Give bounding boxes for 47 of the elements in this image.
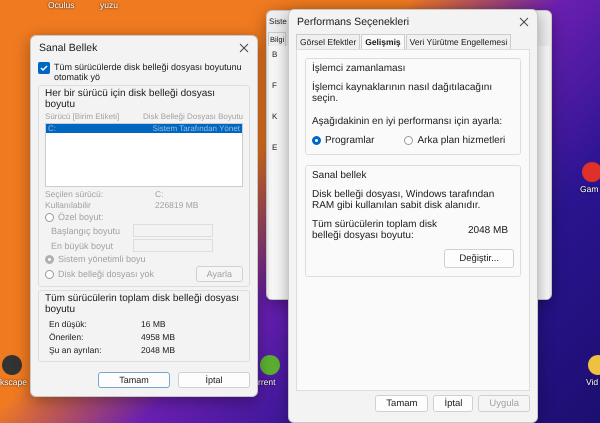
label-text: E: [272, 143, 278, 152]
info-value: 2048 MB: [141, 345, 176, 355]
radio-label: Arka plan hizmetleri: [417, 135, 506, 146]
desktop-icon-label[interactable]: Vid: [586, 377, 598, 387]
radio-label: Programlar: [325, 135, 374, 146]
group-title: Sanal bellek: [312, 170, 368, 181]
radio-label: Disk belleği dosyası yok: [58, 269, 154, 279]
window-title: Sanal Bellek: [39, 42, 98, 54]
group-title: İşlemci zamanlaması: [312, 63, 406, 74]
group-title: Tüm sürücülerin toplam disk belleği dosyası boyutu: [45, 293, 240, 315]
tab[interactable]: Görsel Efektler: [296, 34, 360, 49]
dialog-button[interactable]: Tamam: [98, 372, 170, 388]
info-label: Seçilen sürücü:: [45, 189, 104, 199]
checkbox-label: Tüm sürücülerde disk belleği dosyası boyutunu otomatik yö: [54, 62, 243, 82]
prompt-text: Aşağıdakinin en iyi performansı için ayarla:: [312, 116, 504, 127]
info-value: C:: [155, 189, 164, 199]
dialog-button[interactable]: Tamam: [375, 395, 428, 412]
info-label: Önerilen:: [49, 332, 84, 342]
description-text: İşlemci kaynaklarının nasıl dağıtılacağını seçin.: [312, 82, 494, 104]
desktop-icon-label[interactable]: Gam: [580, 184, 598, 194]
info-value: 2048 MB: [468, 224, 508, 236]
label-text: K: [272, 112, 278, 121]
radio-label: Sistem yönetimli boyu: [58, 254, 146, 264]
info-label: Tüm sürücülerin toplam disk belleği dosyası boyutu:: [312, 219, 438, 241]
column-header: Disk Belleği Dosyası Boyutu: [142, 112, 243, 121]
window-title: Performans Seçenekleri: [297, 16, 410, 28]
info-label: En düşük:: [49, 319, 88, 329]
radio-label: Özel boyut:: [58, 212, 104, 222]
field-label: En büyük boyut: [51, 240, 114, 250]
description-text: Disk belleği dosyası, Windows tarafından RAM gibi kullanılan sabit disk alanıdır.: [312, 189, 496, 211]
field-label: Başlangıç boyutu: [51, 226, 122, 236]
info-value: 16 MB: [141, 319, 167, 329]
tab[interactable]: Gelişmiş: [361, 34, 405, 49]
label-text: B: [272, 50, 278, 59]
label-text: F: [272, 81, 277, 90]
group-title: Her bir sürücü için disk belleği dosyası boyutu: [45, 88, 216, 110]
window-title: Siste: [269, 17, 287, 26]
tab[interactable]: Veri Yürütme Engellemesi: [406, 34, 512, 49]
column-header: Sürücü [Birim Etiketi]: [45, 112, 120, 121]
desktop-icon-label[interactable]: rrent: [258, 377, 276, 387]
info-value: 4958 MB: [141, 332, 176, 342]
info-label: Kullanılabilir: [45, 200, 92, 210]
dialog-button[interactable]: İptal: [178, 372, 250, 388]
change-button[interactable]: Değiştir...: [444, 249, 514, 268]
info-value: 226819 MB: [155, 200, 200, 210]
dialog-button[interactable]: İptal: [433, 395, 474, 412]
info-label: Şu an ayrılan:: [49, 345, 102, 355]
